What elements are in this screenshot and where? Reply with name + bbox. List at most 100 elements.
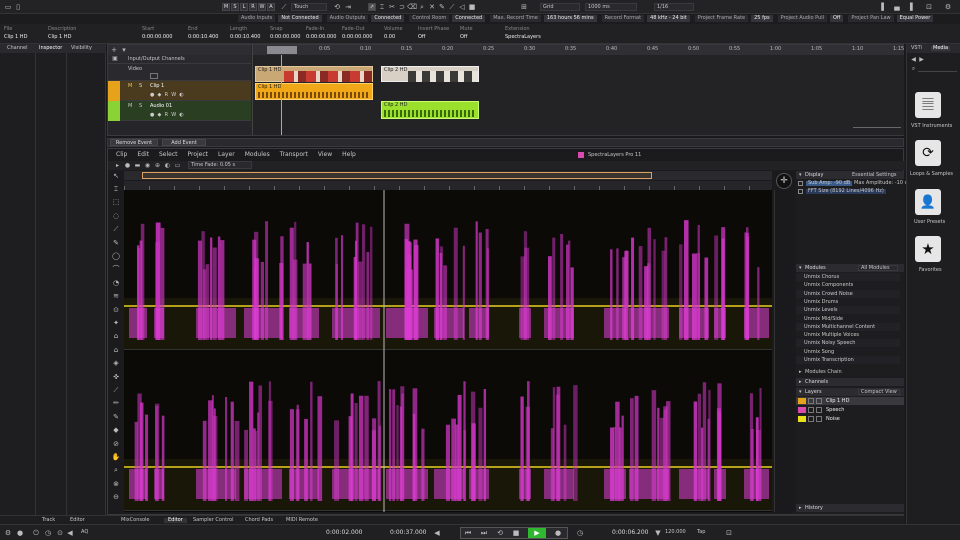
glue-tool-icon[interactable]: ⊃ [398, 3, 406, 11]
module-item[interactable]: Unmix Multichannel Content [796, 322, 900, 331]
transport-record-mode-icon[interactable]: ● [16, 529, 24, 537]
automation-button[interactable]: A [267, 3, 275, 11]
favorites-star-icon[interactable]: ★ [915, 236, 941, 262]
meter-icon[interactable]: ⊡ [725, 529, 733, 537]
transport-settings-icon[interactable]: ⚙ [4, 529, 12, 537]
video-event-2[interactable]: Clip 2 HD [381, 66, 479, 82]
sl-menu-select[interactable]: Select [159, 152, 178, 158]
sl-tool-11-icon[interactable]: ✦ [111, 318, 121, 328]
layer-row[interactable]: Noise [796, 415, 904, 423]
sl-tool-18-icon[interactable]: ✎ [111, 412, 121, 422]
clip1-s[interactable]: S [139, 84, 142, 89]
sl-time-ruler[interactable] [124, 181, 772, 190]
sl-icon-7[interactable]: ▭ [174, 162, 181, 169]
user-presets-icon[interactable]: 👤 [915, 189, 941, 215]
sl-tool-10-icon[interactable]: ⊙ [111, 305, 121, 315]
tab-media[interactable]: Media [931, 46, 951, 51]
module-item[interactable]: Unmix Noisy Speech [796, 339, 900, 348]
sl-tool-0-icon[interactable]: ↖ [111, 171, 121, 181]
layer-mute-icon[interactable] [816, 398, 822, 404]
zoom-tool-icon[interactable]: ⌕ [418, 3, 426, 11]
sl-menu-modules[interactable]: Modules [245, 152, 270, 158]
punch-in-icon[interactable]: ◀ [433, 529, 441, 537]
tab-editor[interactable]: Editor [164, 518, 187, 523]
info-value-0[interactable]: Clip 1 HD [4, 35, 27, 40]
mute-tool-icon[interactable]: ✕ [428, 3, 436, 11]
panel-left-icon[interactable]: ▌ [880, 3, 888, 11]
layer-mute-icon[interactable] [816, 416, 822, 422]
tap-tempo-button[interactable]: Tap [697, 530, 705, 535]
spectrogram-view[interactable] [124, 190, 772, 512]
sl-overview-view-range[interactable] [142, 172, 652, 179]
display-fft-size[interactable]: FFT Size (8192 Lines/4096 Hz) [806, 189, 886, 194]
sl-tool-6-icon[interactable]: ◯ [111, 251, 121, 261]
sl-tool-21-icon[interactable]: ✋ [111, 452, 121, 462]
user-presets-label[interactable]: User Presets [914, 220, 945, 225]
modules-panel-header[interactable]: ▾ Modules All Modules [796, 264, 904, 272]
module-item[interactable]: Unmix Chorus [796, 273, 900, 281]
sl-tool-1-icon[interactable]: ⌶ [111, 184, 121, 194]
grid-value-select[interactable]: 1000 ms [585, 3, 637, 11]
info-value-9[interactable]: Off [418, 35, 425, 40]
info-value-2[interactable]: 0:00:00.000 [142, 35, 172, 40]
tab-inspector[interactable]: Inspector [39, 46, 62, 51]
sl-tool-19-icon[interactable]: ◆ [111, 426, 121, 436]
mute-button[interactable]: M [222, 3, 230, 11]
module-item[interactable]: Unmix Levels [796, 306, 900, 315]
panel-bottom-icon[interactable]: ▄ [893, 3, 901, 11]
project-ruler[interactable]: 0:05 0:10 0:15 0:20 0:25 0:30 0:35 0:40 0:45 0:50… [252, 45, 904, 55]
spectrogram-canvas[interactable] [124, 190, 772, 512]
vst-instruments-label[interactable]: VST Instruments [911, 124, 952, 129]
go-to-end-icon[interactable]: ⏭ [480, 529, 488, 537]
add-event-button[interactable]: Add Event [162, 139, 206, 146]
sl-tool-14-icon[interactable]: ◈ [111, 359, 121, 369]
sl-menu-edit[interactable]: Edit [137, 152, 149, 158]
sl-icon-4[interactable]: ◉ [144, 162, 151, 169]
listen-button[interactable]: L [240, 3, 248, 11]
layout-icon[interactable]: ▯ [14, 3, 22, 11]
quantize-select[interactable]: 1/16 [654, 3, 694, 11]
draw-tool-icon[interactable]: ✎ [438, 3, 446, 11]
solo-button[interactable]: S [231, 3, 239, 11]
track-clip1[interactable]: M S Clip 1 ● ◆ R W ◐ [108, 81, 251, 101]
module-item[interactable]: Unmix Song [796, 347, 900, 356]
sl-icon-1[interactable]: ▸ [114, 162, 121, 169]
tab-chord-pads[interactable]: Chord Pads [245, 518, 273, 523]
info-value-8[interactable]: 0.00 [384, 35, 395, 40]
module-item[interactable]: Unmix Components [796, 281, 900, 290]
track-folder[interactable]: ▣ Input/Output Channels [108, 55, 251, 64]
split-tool-icon[interactable]: ✂ [388, 3, 396, 11]
audio-event-clip1[interactable]: Clip 1 HD [255, 83, 373, 100]
sl-menu-transport[interactable]: Transport [280, 152, 308, 158]
sl-menu-view[interactable]: View [318, 152, 332, 158]
sl-menu-project[interactable]: Project [187, 152, 208, 158]
tab-mixconsole[interactable]: MixConsole [121, 518, 150, 523]
sl-menu-help[interactable]: Help [342, 152, 356, 158]
layers-view-select[interactable]: Compact View [858, 389, 900, 395]
channels-panel-header[interactable]: ▸ Channels [796, 378, 904, 386]
panel-right-icon[interactable]: ▐ [906, 3, 914, 11]
sl-menu-clip[interactable]: Clip [116, 152, 127, 158]
info-value-5[interactable]: 0:00:00.000 [270, 35, 300, 40]
object-select-tool[interactable]: ➚ [368, 3, 376, 11]
snap-icon[interactable]: ⊞ [520, 3, 528, 11]
vst-instruments-icon[interactable]: 𝄚 [915, 92, 941, 118]
settings-gear-icon[interactable]: ⚙ [944, 3, 952, 11]
sl-icon-3[interactable]: ▬ [134, 162, 141, 169]
right-locator-time[interactable]: 0:00:37.000 [390, 530, 427, 536]
play-button[interactable]: ▶ [528, 528, 546, 538]
layer-visibility-icon[interactable] [808, 416, 814, 422]
layer-mute-icon[interactable] [816, 407, 822, 413]
module-item[interactable]: Unmix Mid/Side [796, 314, 900, 323]
sl-overview[interactable] [124, 171, 772, 180]
record-icon[interactable]: ● [554, 529, 562, 537]
display-sub-amp[interactable]: Sub Amp: -90 dB [806, 181, 853, 186]
automation-icon[interactable]: ⟋ [280, 3, 288, 11]
write-button[interactable]: W [258, 3, 266, 11]
cycle-icon[interactable]: ⟲ [496, 529, 504, 537]
tab-sampler-control[interactable]: Sampler Control [193, 518, 233, 523]
read-button[interactable]: R [249, 3, 257, 11]
primary-time-display[interactable]: 0:00:06.200 [612, 530, 649, 536]
remove-event-button[interactable]: Remove Event [110, 139, 158, 146]
stop-icon[interactable]: ■ [512, 529, 520, 537]
